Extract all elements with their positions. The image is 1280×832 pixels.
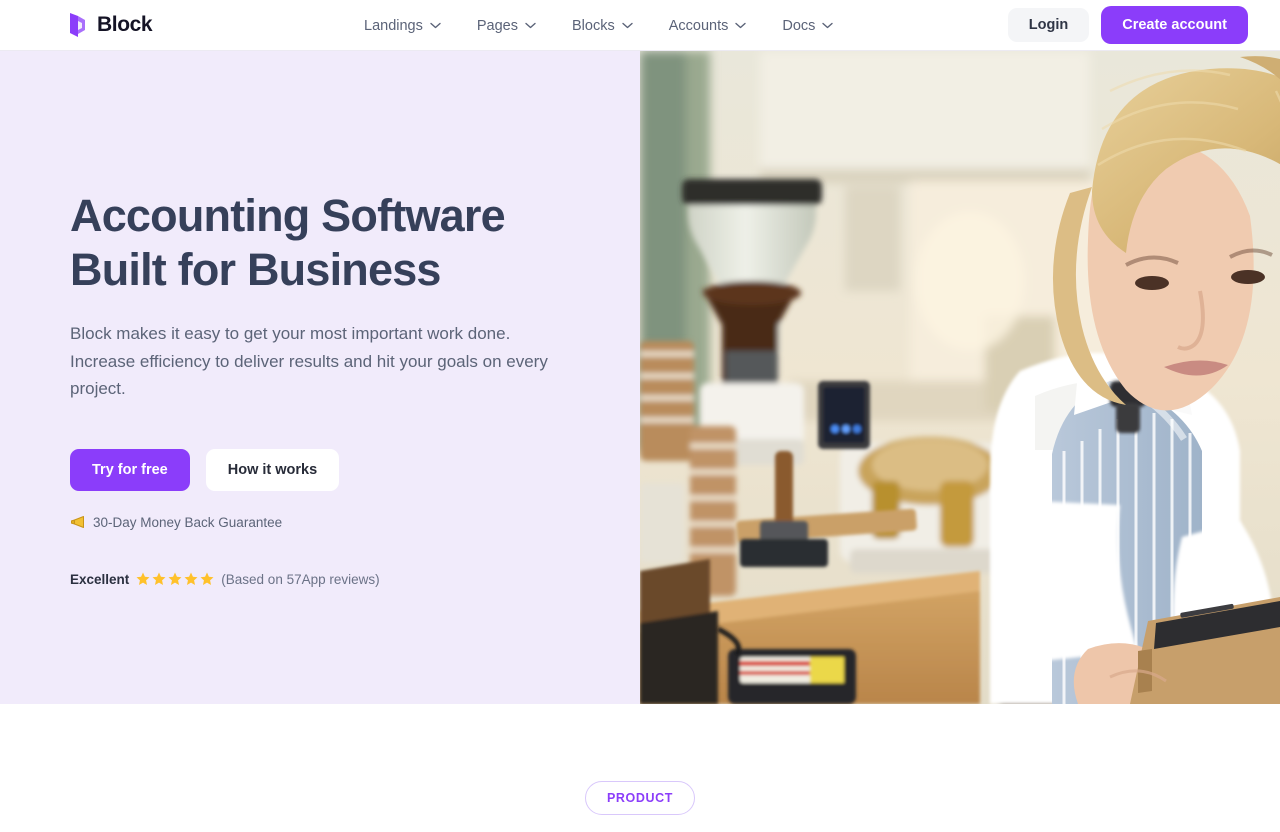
chevron-down-icon xyxy=(735,22,747,29)
reviews-count: (Based on 57App reviews) xyxy=(221,571,380,587)
guarantee-note: 30-Day Money Back Guarantee xyxy=(70,515,640,530)
hero-image-panel xyxy=(640,51,1280,704)
nav-label: Blocks xyxy=(571,17,615,34)
site-header: Block Landings Pages Blocks Accounts Doc… xyxy=(0,0,1280,51)
hero-title-line-2: Built for Business xyxy=(70,244,441,295)
block-logo-icon xyxy=(68,12,88,38)
star-icon xyxy=(152,572,166,586)
brand-logo[interactable]: Block xyxy=(68,12,153,38)
product-badge[interactable]: PRODUCT xyxy=(584,781,695,815)
header-actions: Login Create account xyxy=(1007,6,1248,44)
hero-title-line-1: Accounting Software xyxy=(70,190,506,241)
try-for-free-button[interactable]: Try for free xyxy=(70,448,190,491)
reviews-summary: Excellent (Based on 57App reviews) xyxy=(70,572,640,587)
hero-content: Accounting Software Built for Business B… xyxy=(0,51,640,704)
main-nav: Landings Pages Blocks Accounts Docs xyxy=(364,0,834,51)
guarantee-text: 30-Day Money Back Guarantee xyxy=(93,514,283,530)
star-icon xyxy=(168,572,182,586)
megaphone-icon xyxy=(70,515,86,529)
reviews-label: Excellent xyxy=(70,571,130,587)
hero-section: Accounting Software Built for Business B… xyxy=(0,51,1280,704)
star-icon xyxy=(136,572,150,586)
chevron-down-icon xyxy=(525,22,536,29)
page-title: Accounting Software Built for Business xyxy=(70,189,640,297)
nav-label: Docs xyxy=(782,17,816,34)
nav-item-docs[interactable]: Docs xyxy=(782,17,834,34)
barista-photo xyxy=(640,51,1280,704)
nav-item-pages[interactable]: Pages xyxy=(477,18,536,34)
chevron-down-icon xyxy=(622,22,633,29)
nav-label: Pages xyxy=(476,17,518,34)
brand-name: Block xyxy=(97,13,153,36)
nav-label: Landings xyxy=(364,17,423,34)
nav-item-accounts[interactable]: Accounts xyxy=(669,18,747,34)
nav-item-blocks[interactable]: Blocks xyxy=(572,18,633,34)
hero-subtitle: Block makes it easy to get your most imp… xyxy=(70,324,548,399)
hero-cta-group: Try for free How it works xyxy=(70,448,640,491)
rating-stars xyxy=(136,572,214,586)
star-icon xyxy=(200,572,214,586)
product-section: PRODUCT xyxy=(0,704,1280,832)
login-button[interactable]: Login xyxy=(1007,8,1090,42)
how-it-works-button[interactable]: How it works xyxy=(205,448,340,491)
nav-label: Accounts xyxy=(668,17,729,34)
create-account-button[interactable]: Create account xyxy=(1101,6,1248,44)
star-icon xyxy=(184,572,198,586)
nav-item-landings[interactable]: Landings xyxy=(364,18,441,34)
chevron-down-icon xyxy=(822,22,834,29)
chevron-down-icon xyxy=(430,22,441,29)
